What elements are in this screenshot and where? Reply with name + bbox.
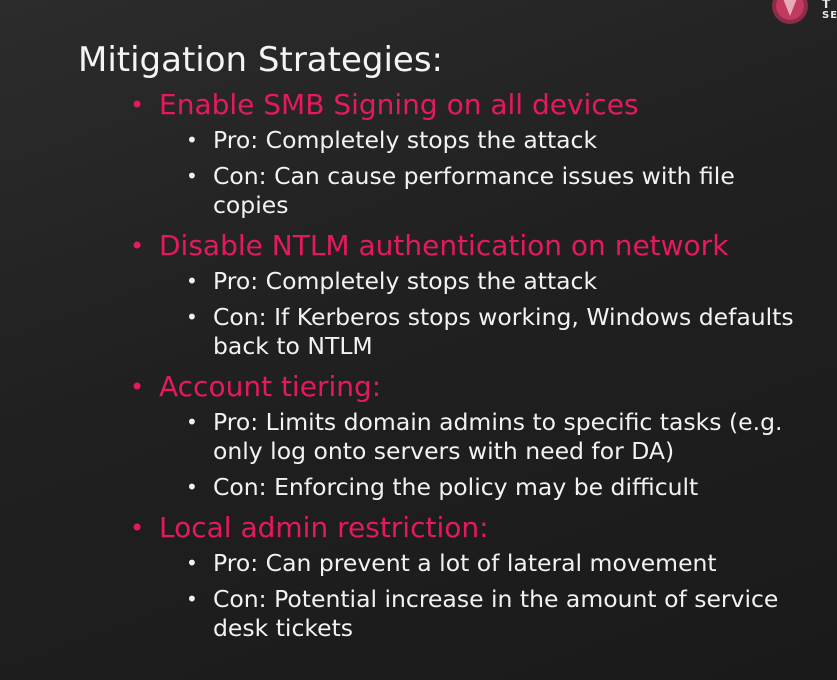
strategy-point: • Con: If Kerberos stops working, Window… xyxy=(0,303,837,361)
bullet-icon: • xyxy=(186,128,198,152)
strategy-heading: • Disable NTLM authentication on network xyxy=(0,227,837,265)
brand-logo-text-bottom: SE xyxy=(822,10,837,21)
bullet-icon: • xyxy=(130,91,145,119)
bullet-icon: • xyxy=(186,587,198,611)
bullet-icon: • xyxy=(186,551,198,575)
strategy-point-text: Pro: Completely stops the attack xyxy=(213,267,598,295)
bullet-icon: • xyxy=(186,164,198,188)
strategy-item: • Disable NTLM authentication on network… xyxy=(0,227,837,361)
strategy-item: • Account tiering: • Pro: Limits domain … xyxy=(0,368,837,502)
brand-logo xyxy=(772,0,808,24)
bullet-icon: • xyxy=(186,410,198,434)
strategy-point: • Con: Potential increase in the amount … xyxy=(0,585,837,643)
bullet-icon: • xyxy=(186,475,198,499)
strategy-point-text: Con: Enforcing the policy may be difficu… xyxy=(213,473,699,501)
brand-logo-text-top: T xyxy=(822,0,832,11)
strategy-point: • Pro: Can prevent a lot of lateral move… xyxy=(0,549,837,578)
strategy-heading-text: Disable NTLM authentication on network xyxy=(159,229,729,262)
strategy-heading-text: Enable SMB Signing on all devices xyxy=(159,88,639,121)
strategy-point: • Pro: Limits domain admins to specific … xyxy=(0,408,837,466)
strategy-point-text: Con: If Kerberos stops working, Windows … xyxy=(213,303,794,360)
bullet-icon: • xyxy=(186,305,198,329)
strategy-point: • Con: Can cause performance issues with… xyxy=(0,162,837,220)
strategy-heading-text: Account tiering: xyxy=(159,370,382,403)
strategy-item: • Local admin restriction: • Pro: Can pr… xyxy=(0,509,837,643)
bullet-icon: • xyxy=(186,269,198,293)
strategy-point: • Con: Enforcing the policy may be diffi… xyxy=(0,473,837,502)
bullet-icon: • xyxy=(130,373,145,401)
strategy-point: • Pro: Completely stops the attack xyxy=(0,126,837,155)
strategy-heading: • Enable SMB Signing on all devices xyxy=(0,86,837,124)
bullet-icon: • xyxy=(130,514,145,542)
slide-title: Mitigation Strategies: xyxy=(78,40,444,80)
strategy-heading: • Account tiering: xyxy=(0,368,837,406)
strategy-point-text: Pro: Limits domain admins to specific ta… xyxy=(213,408,783,465)
bullet-icon: • xyxy=(130,232,145,260)
strategy-item: • Enable SMB Signing on all devices • Pr… xyxy=(0,86,837,220)
strategy-point: • Pro: Completely stops the attack xyxy=(0,267,837,296)
strategy-point-text: Pro: Completely stops the attack xyxy=(213,126,598,154)
strategy-heading: • Local admin restriction: xyxy=(0,509,837,547)
strategy-point-text: Con: Potential increase in the amount of… xyxy=(213,585,779,642)
brand-logo-text: T SE xyxy=(822,0,837,22)
strategy-point-text: Con: Can cause performance issues with f… xyxy=(213,162,735,219)
strategy-point-text: Pro: Can prevent a lot of lateral moveme… xyxy=(213,549,717,577)
strategy-heading-text: Local admin restriction: xyxy=(159,511,489,544)
strategy-list: • Enable SMB Signing on all devices • Pr… xyxy=(0,86,837,650)
